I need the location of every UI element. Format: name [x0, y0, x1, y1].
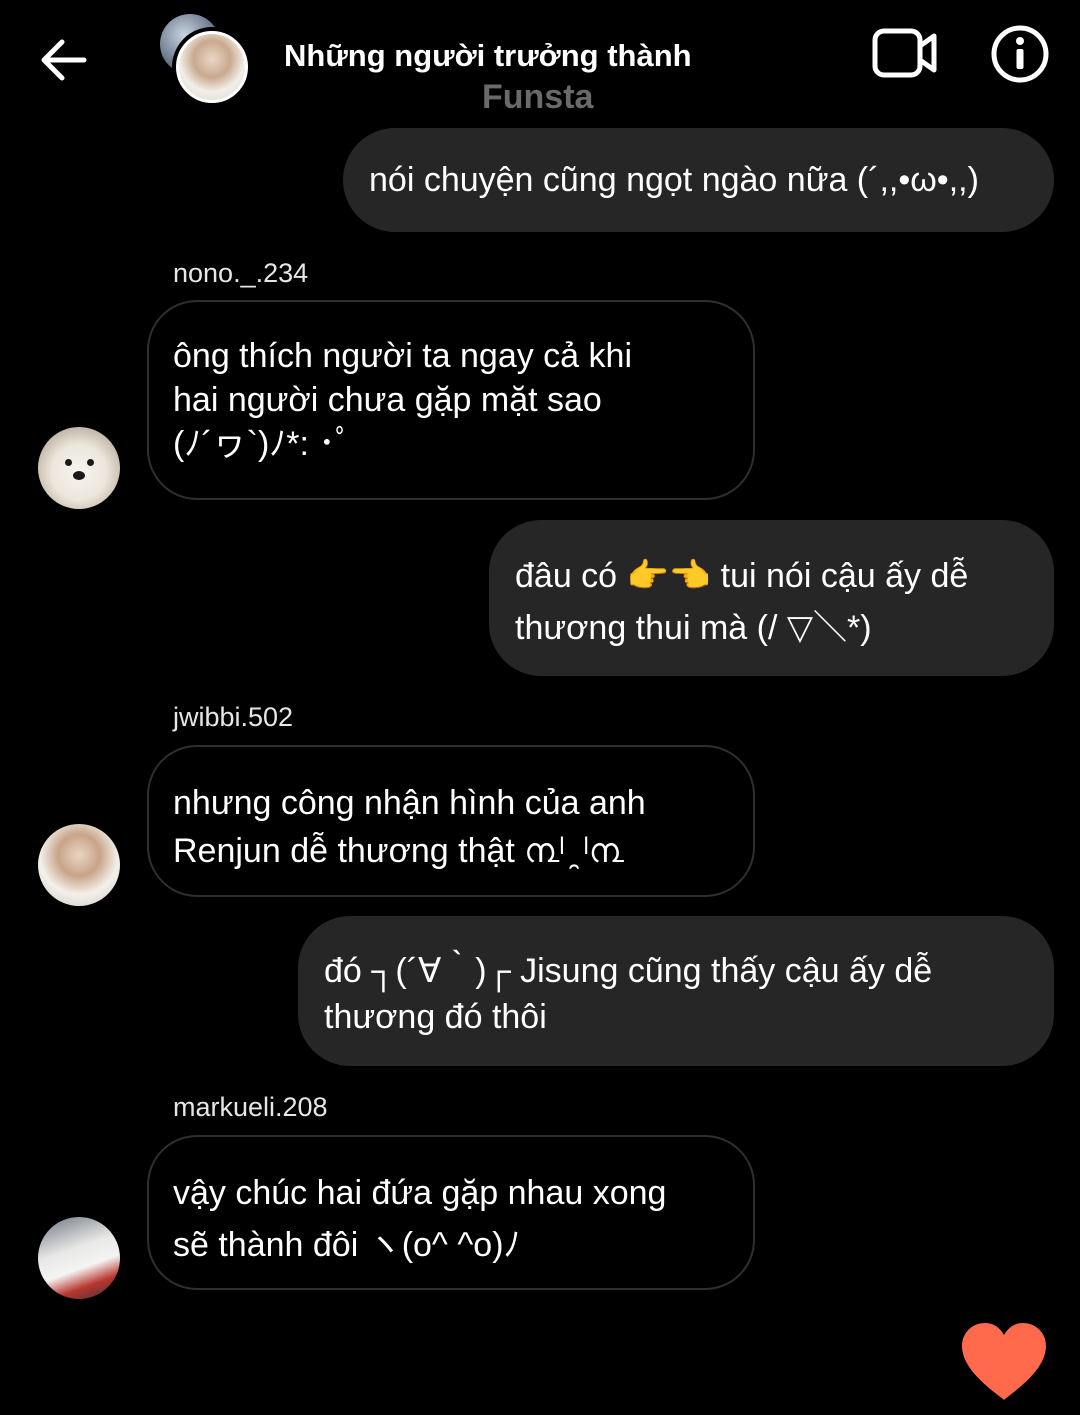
like-button[interactable] [958, 1320, 1050, 1404]
back-button[interactable] [36, 32, 92, 88]
avatar[interactable] [38, 427, 120, 509]
message-received[interactable]: ông thích người ta ngay cả khi hai người… [147, 300, 755, 500]
message-text: ông thích người ta ngay cả khi hai người… [173, 337, 632, 463]
message-text: nhưng công nhận hình của anh Renjun dễ t… [173, 784, 646, 870]
sender-name: markueli.208 [173, 1092, 328, 1122]
message-received[interactable]: nhưng công nhận hình của anh Renjun dễ t… [147, 745, 755, 897]
chat-subtitle: Funsta [482, 78, 594, 116]
message-text: nói chuyện cũng ngọt ngào nữa (´,,•ω•,,) [369, 161, 979, 199]
member-avatar-front [172, 27, 252, 107]
message-sent[interactable]: nói chuyện cũng ngọt ngào nữa (´,,•ω•,,) [343, 128, 1054, 232]
group-avatar[interactable] [158, 14, 252, 107]
info-icon [991, 25, 1049, 83]
info-button[interactable] [990, 24, 1050, 84]
heart-icon [962, 1323, 1046, 1400]
avatar[interactable] [38, 824, 120, 906]
chat-title[interactable]: Những người trưởng thành [284, 38, 692, 74]
message-text: đó ┐(´∀｀)┌ Jisung cũng thấy cậu ấy dễ th… [324, 952, 933, 1036]
video-camera-icon [872, 28, 937, 78]
sender-name: nono._.234 [173, 258, 309, 288]
message-sent[interactable]: đó ┐(´∀｀)┌ Jisung cũng thấy cậu ấy dễ th… [298, 916, 1054, 1066]
message-sent[interactable]: đâu có 👉👈 tui nói cậu ấy dễ thương thui … [489, 520, 1054, 676]
message-received[interactable]: vậy chúc hai đứa gặp nhau xong sẽ thành … [147, 1135, 755, 1290]
sender-name: jwibbi.502 [173, 702, 294, 732]
video-call-button[interactable] [872, 26, 938, 82]
avatar[interactable] [38, 1217, 120, 1299]
arrow-left-icon [41, 39, 87, 81]
message-text: vậy chúc hai đứa gặp nhau xong sẽ thành … [173, 1174, 667, 1264]
message-text: đâu có 👉👈 tui nói cậu ấy dễ thương thui … [515, 557, 969, 647]
